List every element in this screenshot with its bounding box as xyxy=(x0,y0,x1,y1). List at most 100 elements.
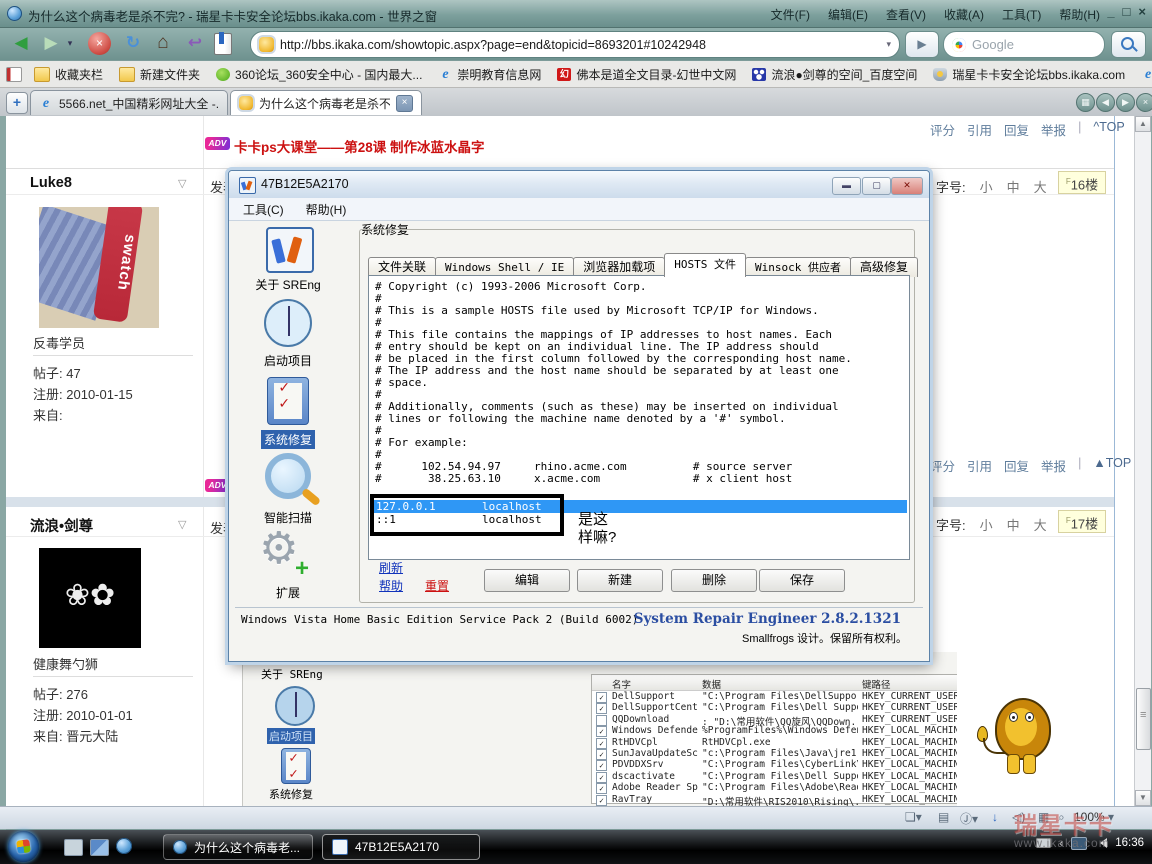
zoom-dropdown-icon[interactable]: ▾ xyxy=(1108,810,1114,824)
network-tray-icon[interactable] xyxy=(1071,837,1087,850)
java-icon[interactable]: Ⓙ▾ xyxy=(960,810,978,827)
tab-browser-addons[interactable]: 浏览器加载项 xyxy=(573,257,665,277)
send-icon[interactable]: ↩ xyxy=(182,30,208,56)
minimize-button[interactable]: _ xyxy=(1107,4,1114,19)
tab-close-all-icon[interactable]: × xyxy=(1136,93,1152,112)
favorite-item[interactable]: e死神 xyxy=(1141,66,1152,83)
sidebar-item-repair[interactable]: 系统修复 xyxy=(233,377,343,449)
tab-advanced-repair[interactable]: 高级修复 xyxy=(850,257,918,277)
tab-scroll-left-icon[interactable]: ◀ xyxy=(1096,93,1115,112)
top-link[interactable]: ▲TOP xyxy=(1093,456,1131,475)
home-icon[interactable]: ⌂ xyxy=(150,30,176,56)
favorite-item[interactable]: 瑞星卡卡安全论坛bbs.ikaka.com xyxy=(933,66,1125,83)
favorite-item[interactable]: e崇明教育信息网 xyxy=(438,66,541,83)
help-link[interactable]: 帮助 xyxy=(379,577,403,594)
ad-link[interactable]: 卡卡ps大课堂——第28课 制作冰蓝水晶字 xyxy=(234,136,485,156)
dialog-menu-tools[interactable]: 工具(C) xyxy=(243,201,284,218)
favorite-item[interactable]: 新建文件夹 xyxy=(119,66,200,83)
zoom-icon[interactable]: ⌕ xyxy=(1058,810,1065,825)
checkbox[interactable]: ✓ xyxy=(596,795,607,806)
delete-button[interactable]: 删除 xyxy=(671,569,757,592)
reset-link[interactable]: 重置 xyxy=(425,577,449,594)
table-row[interactable]: ✓Windows Defender%ProgramFiles%\Windows … xyxy=(592,725,957,736)
avatar[interactable]: swatch xyxy=(39,207,159,328)
maximize-button[interactable]: □ xyxy=(1123,4,1131,19)
search-box[interactable]: Google xyxy=(943,31,1105,58)
close-tab-icon[interactable]: × xyxy=(396,95,413,112)
browser-quicklaunch-icon[interactable] xyxy=(116,838,132,854)
tray-clock[interactable]: 16:36 xyxy=(1115,837,1144,849)
fontsize-large[interactable]: 大 xyxy=(1034,515,1047,534)
address-input[interactable]: http://bbs.ikaka.com/showtopic.aspx?page… xyxy=(280,38,878,52)
checkbox[interactable] xyxy=(596,715,607,726)
search-input[interactable]: Google xyxy=(972,37,1014,52)
checkbox[interactable]: ✓ xyxy=(596,703,607,714)
table-row[interactable]: QQDownload: "D:\常用软件\QQ旋风\QQDown...HKEY_… xyxy=(592,714,957,725)
col-keypath[interactable]: 键路径 xyxy=(862,677,957,691)
scroll-thumb[interactable] xyxy=(1136,688,1151,750)
tab-list-icon[interactable]: ▦ xyxy=(1076,93,1095,112)
new-button[interactable]: 新建 xyxy=(577,569,663,592)
select-mode-icon[interactable]: ❏▾ xyxy=(905,810,922,824)
table-row[interactable]: ✓SunJavaUpdateSched"c:\Program Files\Jav… xyxy=(592,748,957,759)
post-author-name[interactable]: 流浪•剑尊 xyxy=(30,515,93,536)
address-bar[interactable]: http://bbs.ikaka.com/showtopic.aspx?page… xyxy=(250,31,900,58)
fontsize-medium[interactable]: 中 xyxy=(1007,515,1020,534)
sidebar-item-startup[interactable]: 启动项目 xyxy=(233,299,343,370)
favorites-book-icon[interactable] xyxy=(6,67,22,82)
post-author-name[interactable]: Luke8 xyxy=(30,175,72,191)
checkbox[interactable]: ✓ xyxy=(596,726,607,737)
col-data[interactable]: 数据 xyxy=(702,677,858,691)
table-row[interactable]: ✓RavTray"D:\常用软件\RIS2010\Rising\...HKEY_… xyxy=(592,794,957,805)
menu-help[interactable]: 帮助(H) xyxy=(1059,6,1100,23)
start-button[interactable] xyxy=(8,831,39,862)
avatar[interactable]: ❀✿ xyxy=(39,548,141,648)
menu-tools[interactable]: 工具(T) xyxy=(1002,6,1041,23)
tab-windows-shell[interactable]: Windows Shell / IE xyxy=(435,257,574,277)
quote-link[interactable]: 引用 xyxy=(967,456,992,475)
top-link[interactable]: ^TOP xyxy=(1093,120,1124,139)
checkbox[interactable]: ✓ xyxy=(596,692,607,703)
tab-scroll-right-icon[interactable]: ▶ xyxy=(1116,93,1135,112)
checkbox[interactable]: ✓ xyxy=(596,760,607,771)
fontsize-small[interactable]: 小 xyxy=(980,515,993,534)
collapse-user-icon[interactable]: ▽ xyxy=(178,177,186,190)
favorite-item[interactable]: 360论坛_360安全中心 - 国内最大... xyxy=(216,66,422,83)
history-dropdown-icon[interactable]: ▾ xyxy=(64,30,76,56)
taskbar-button-browser[interactable]: 为什么这个病毒老... xyxy=(163,834,313,860)
reply-link[interactable]: 回复 xyxy=(1004,456,1029,475)
download-icon[interactable]: ↓ xyxy=(992,810,998,824)
page-scrollbar[interactable]: ▲ ▼ xyxy=(1134,116,1151,806)
table-row[interactable]: ✓RtHDVCplRtHDVCpl.exeHKEY_LOCAL_MACHINE\… xyxy=(592,737,957,748)
table-row[interactable]: ✓PDVDDXSrv"C:\Program Files\CyberLink\..… xyxy=(592,759,957,770)
favorites-center-icon[interactable] xyxy=(214,33,232,55)
table-row[interactable]: ✓dscactivate"C:\Program Files\Dell Suppo… xyxy=(592,771,957,782)
pictures-icon[interactable]: ▦ xyxy=(1038,810,1049,824)
scroll-down-icon[interactable]: ▼ xyxy=(1135,790,1151,806)
dialog-titlebar[interactable]: 47B12E5A2170 ▬ ▢ ✕ xyxy=(229,171,929,199)
address-dropdown-icon[interactable]: ▾ xyxy=(878,39,899,50)
scroll-up-icon[interactable]: ▲ xyxy=(1135,116,1151,132)
table-row[interactable]: ✓Adobe Reader Speed..."C:\Program Files\… xyxy=(592,782,957,793)
tab-file-assoc[interactable]: 文件关联 xyxy=(368,257,436,277)
dialog-close-button[interactable]: ✕ xyxy=(891,177,923,195)
checkbox[interactable]: ✓ xyxy=(596,783,607,794)
table-row[interactable]: ✓DellSupport"C:\Program Files\DellSuppor… xyxy=(592,691,957,702)
sound-icon[interactable]: ◁) xyxy=(1012,810,1025,824)
report-link[interactable]: 举报 xyxy=(1041,456,1066,475)
menu-favorites[interactable]: 收藏(A) xyxy=(944,6,984,23)
go-button[interactable]: ▶ xyxy=(905,31,939,58)
dialog-minimize-button[interactable]: ▬ xyxy=(832,177,861,195)
zoom-level[interactable]: 100% xyxy=(1074,810,1105,824)
tab-hosts-file[interactable]: HOSTS 文件 xyxy=(664,253,746,277)
tab-active-topic[interactable]: 为什么这个病毒老是杀不... × xyxy=(230,90,422,115)
favorite-item[interactable]: 收藏夹栏 xyxy=(34,66,103,83)
show-desktop-icon[interactable] xyxy=(64,839,83,856)
checkbox[interactable]: ✓ xyxy=(596,772,607,783)
dialog-menu-help[interactable]: 帮助(H) xyxy=(306,201,347,218)
collapse-user-icon[interactable]: ▽ xyxy=(178,518,186,531)
quote-link[interactable]: 引用 xyxy=(967,120,992,139)
tab-5566[interactable]: e 5566.net_中国精彩网址大全 -... xyxy=(30,90,228,115)
save-button[interactable]: 保存 xyxy=(759,569,845,592)
volume-tray-icon[interactable] xyxy=(1095,838,1107,848)
